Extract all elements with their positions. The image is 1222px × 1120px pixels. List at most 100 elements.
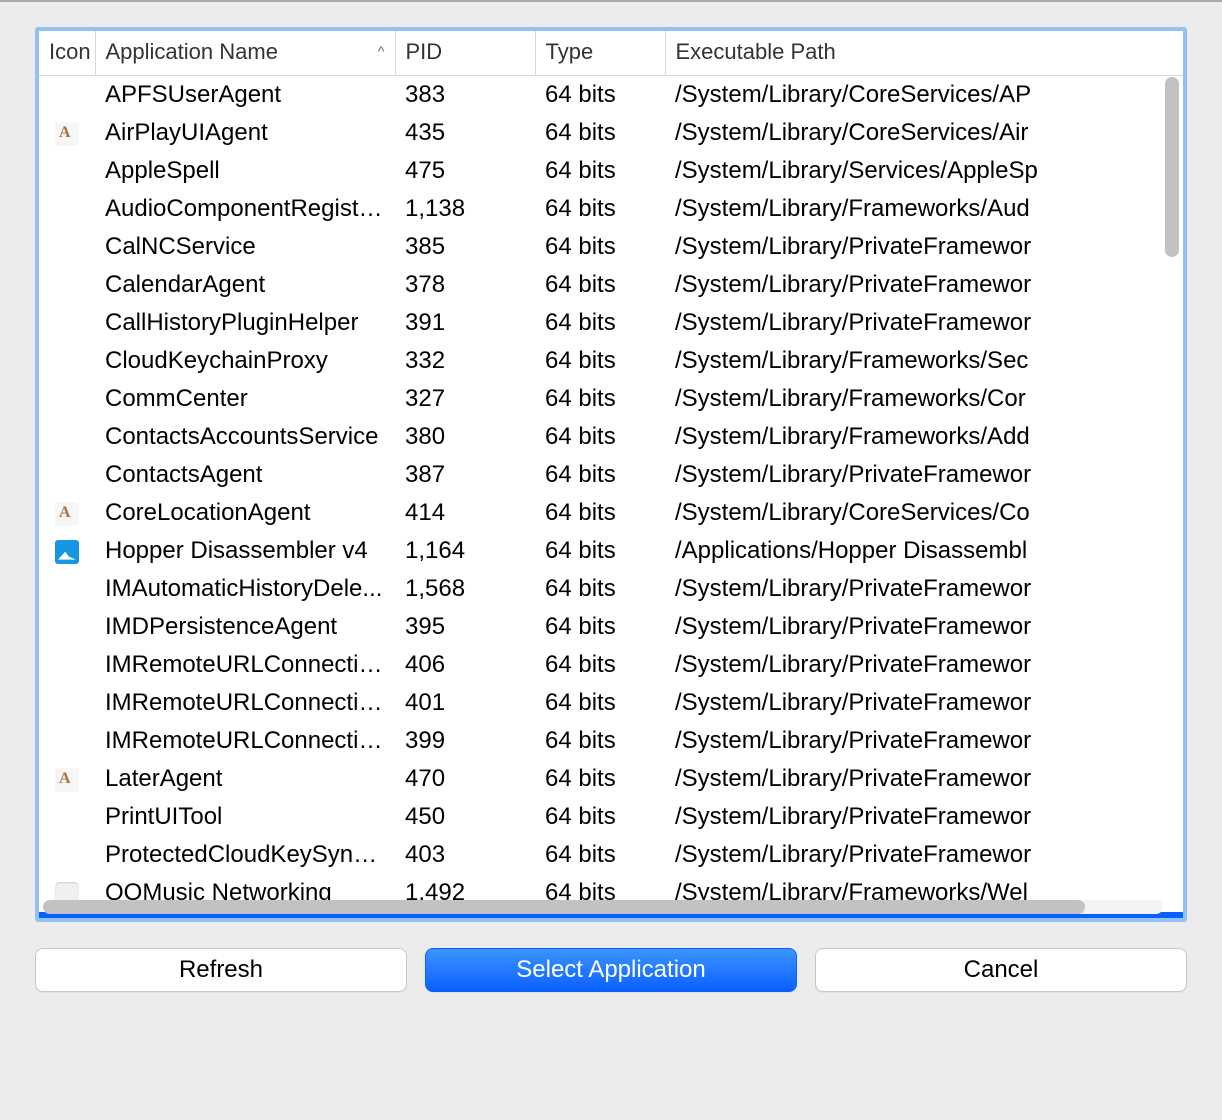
row-path: /System/Library/PrivateFramewor (665, 456, 1183, 494)
table-row[interactable]: IMRemoteURLConnectio...40164 bits/System… (39, 684, 1183, 722)
row-type: 64 bits (535, 304, 665, 342)
row-pid: 383 (395, 76, 535, 115)
row-type: 64 bits (535, 380, 665, 418)
row-type: 64 bits (535, 836, 665, 874)
table-row[interactable]: ContactsAgent38764 bits/System/Library/P… (39, 456, 1183, 494)
row-path: /System/Library/CoreServices/AP (665, 76, 1183, 115)
row-name: PrintUITool (95, 798, 395, 836)
table-row[interactable]: CallHistoryPluginHelper39164 bits/System… (39, 304, 1183, 342)
table-row[interactable]: AudioComponentRegistrar1,13864 bits/Syst… (39, 190, 1183, 228)
table-row[interactable]: APFSUserAgent38364 bits/System/Library/C… (39, 76, 1183, 115)
cancel-button[interactable]: Cancel (815, 948, 1187, 992)
row-type: 64 bits (535, 646, 665, 684)
row-pid: 470 (395, 760, 535, 798)
table-row[interactable]: IMAutomaticHistoryDele...1,56864 bits/Sy… (39, 570, 1183, 608)
row-path: /System/Library/PrivateFramewor (665, 570, 1183, 608)
row-path: /System/Library/PrivateFramewor (665, 722, 1183, 760)
row-pid: 327 (395, 380, 535, 418)
xcode-icon (55, 768, 79, 792)
column-header-pid[interactable]: PID (395, 31, 535, 76)
row-pid: 1,568 (395, 570, 535, 608)
row-path: /System/Library/CoreServices/Co (665, 494, 1183, 532)
row-path: /System/Library/Frameworks/Aud (665, 190, 1183, 228)
row-icon-cell (39, 114, 95, 152)
column-header-icon[interactable]: Icon (39, 31, 95, 76)
table-row[interactable]: IMDPersistenceAgent39564 bits/System/Lib… (39, 608, 1183, 646)
row-icon-cell (39, 342, 95, 380)
table-row[interactable]: IMRemoteURLConnectio...40664 bits/System… (39, 646, 1183, 684)
table-row[interactable]: IMRemoteURLConnectio...39964 bits/System… (39, 722, 1183, 760)
attach-dialog: Icon Application Name ^ PID Type Executa… (0, 0, 1222, 1120)
column-header-path[interactable]: Executable Path (665, 31, 1183, 76)
table-row[interactable]: CloudKeychainProxy33264 bits/System/Libr… (39, 342, 1183, 380)
row-type: 64 bits (535, 114, 665, 152)
row-pid: 385 (395, 228, 535, 266)
row-path: /System/Library/PrivateFramewor (665, 836, 1183, 874)
row-path: /System/Library/Frameworks/Cor (665, 380, 1183, 418)
row-path: /System/Library/PrivateFramewor (665, 798, 1183, 836)
row-icon-cell (39, 418, 95, 456)
row-type: 64 bits (535, 456, 665, 494)
row-path: /System/Library/PrivateFramewor (665, 266, 1183, 304)
row-name: AppleSpell (95, 152, 395, 190)
row-type: 64 bits (535, 494, 665, 532)
row-icon-cell (39, 608, 95, 646)
row-type: 64 bits (535, 228, 665, 266)
row-icon-cell (39, 76, 95, 115)
process-table-container: Icon Application Name ^ PID Type Executa… (35, 27, 1187, 922)
row-name: IMDPersistenceAgent (95, 608, 395, 646)
row-name: IMRemoteURLConnectio... (95, 722, 395, 760)
horizontal-scrollbar-thumb[interactable] (43, 900, 1085, 914)
row-path: /System/Library/Frameworks/Add (665, 418, 1183, 456)
table-row[interactable]: LaterAgent47064 bits/System/Library/Priv… (39, 760, 1183, 798)
row-path: /System/Library/PrivateFramewor (665, 304, 1183, 342)
table-row[interactable]: PrintUITool45064 bits/System/Library/Pri… (39, 798, 1183, 836)
table-row[interactable]: ProtectedCloudKeySynci...40364 bits/Syst… (39, 836, 1183, 874)
row-name: ProtectedCloudKeySynci... (95, 836, 395, 874)
row-type: 64 bits (535, 798, 665, 836)
row-type: 64 bits (535, 684, 665, 722)
horizontal-scrollbar-track[interactable] (43, 900, 1163, 914)
process-table[interactable]: Icon Application Name ^ PID Type Executa… (39, 31, 1183, 922)
row-name: Hopper Disassembler v4 (95, 532, 395, 570)
row-icon-cell (39, 798, 95, 836)
table-row[interactable]: CommCenter32764 bits/System/Library/Fram… (39, 380, 1183, 418)
row-path: /System/Library/PrivateFramewor (665, 646, 1183, 684)
row-name: CoreLocationAgent (95, 494, 395, 532)
row-type: 64 bits (535, 76, 665, 115)
table-row[interactable]: CoreLocationAgent41464 bits/System/Libra… (39, 494, 1183, 532)
row-pid: 1,164 (395, 532, 535, 570)
table-header-row: Icon Application Name ^ PID Type Executa… (39, 31, 1183, 76)
select-application-button[interactable]: Select Application (425, 948, 797, 992)
row-icon-cell (39, 494, 95, 532)
row-path: /System/Library/PrivateFramewor (665, 684, 1183, 722)
row-name: CommCenter (95, 380, 395, 418)
row-pid: 399 (395, 722, 535, 760)
row-name: IMRemoteURLConnectio... (95, 646, 395, 684)
row-path: /System/Library/PrivateFramewor (665, 608, 1183, 646)
row-pid: 1,138 (395, 190, 535, 228)
table-row[interactable]: AirPlayUIAgent43564 bits/System/Library/… (39, 114, 1183, 152)
table-row[interactable]: AppleSpell47564 bits/System/Library/Serv… (39, 152, 1183, 190)
button-row: Refresh Select Application Cancel (35, 948, 1187, 992)
table-row[interactable]: Hopper Disassembler v41,16464 bits/Appli… (39, 532, 1183, 570)
row-icon-cell (39, 228, 95, 266)
row-path: /System/Library/PrivateFramewor (665, 228, 1183, 266)
column-header-name[interactable]: Application Name ^ (95, 31, 395, 76)
table-row[interactable]: CalNCService38564 bits/System/Library/Pr… (39, 228, 1183, 266)
vertical-scrollbar[interactable] (1165, 77, 1179, 257)
row-name: CloudKeychainProxy (95, 342, 395, 380)
row-pid: 378 (395, 266, 535, 304)
row-name: IMAutomaticHistoryDele... (95, 570, 395, 608)
row-type: 64 bits (535, 722, 665, 760)
row-type: 64 bits (535, 532, 665, 570)
refresh-button[interactable]: Refresh (35, 948, 407, 992)
row-icon-cell (39, 304, 95, 342)
table-row[interactable]: CalendarAgent37864 bits/System/Library/P… (39, 266, 1183, 304)
column-header-type[interactable]: Type (535, 31, 665, 76)
row-pid: 332 (395, 342, 535, 380)
table-row[interactable]: ContactsAccountsService38064 bits/System… (39, 418, 1183, 456)
row-type: 64 bits (535, 418, 665, 456)
row-pid: 414 (395, 494, 535, 532)
row-pid: 475 (395, 152, 535, 190)
